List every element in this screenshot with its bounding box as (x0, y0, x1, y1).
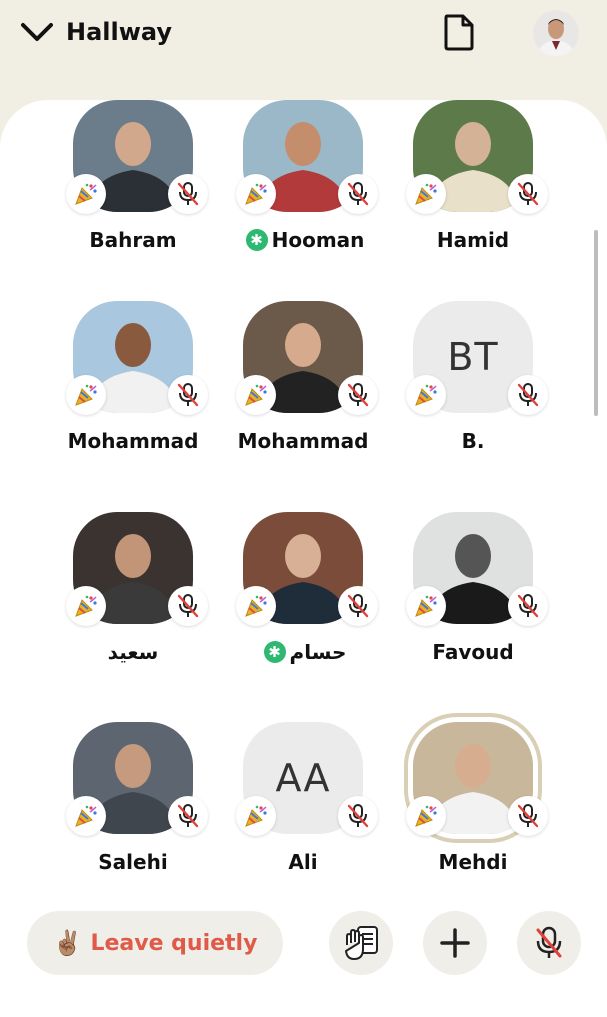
raise-hand-icon (345, 926, 378, 960)
speaker-name: Bahram (89, 228, 177, 252)
mic-off-icon (168, 174, 208, 214)
party-popper-icon (406, 586, 446, 626)
mic-off-icon (338, 375, 378, 415)
document-icon[interactable] (442, 12, 476, 52)
speaker-name: Ali (288, 850, 318, 874)
speaker-name: B. (461, 429, 485, 453)
leave-quietly-button[interactable]: ✌🏽 Leave quietly (27, 911, 283, 975)
party-popper-icon (66, 174, 106, 214)
speaker-tile[interactable]: Favoud (398, 512, 548, 692)
party-popper-icon (406, 796, 446, 836)
speaker-name: Mohammad (67, 429, 199, 453)
plus-icon (440, 928, 470, 958)
speaker-name: سعید (107, 640, 159, 664)
speaker-name: Favoud (432, 640, 514, 664)
speaker-tile[interactable]: Mehdi (398, 722, 548, 902)
speaker-tile[interactable]: Hamid (398, 100, 548, 280)
party-popper-icon (66, 796, 106, 836)
speaker-tile[interactable]: سعید (58, 512, 208, 692)
mic-off-icon (338, 174, 378, 214)
mic-off-icon (338, 796, 378, 836)
party-popper-icon (406, 174, 446, 214)
collapse-room-button[interactable]: Hallway (20, 14, 172, 50)
speaker-name: ✱ Hooman (228, 228, 378, 252)
speaker-name: Salehi (98, 850, 168, 874)
speaker-name: Hamid (436, 228, 510, 252)
speaker-name: ✱ حسام (228, 640, 378, 664)
speaker-name: Mohammad (237, 429, 369, 453)
moderator-badge-icon: ✱ (245, 229, 268, 251)
top-bar: Hallway (0, 0, 607, 100)
party-popper-icon (66, 586, 106, 626)
speaker-tile[interactable]: AA Ali (228, 722, 378, 902)
peace-hand-icon: ✌🏽 (52, 929, 83, 957)
scrollbar[interactable] (594, 230, 598, 416)
mic-off-icon (508, 586, 548, 626)
mic-off-icon (508, 174, 548, 214)
mic-off-icon (338, 586, 378, 626)
speaker-name: Mehdi (438, 850, 508, 874)
speaker-tile[interactable]: Mohammad (58, 301, 208, 481)
moderator-badge-icon: ✱ (263, 641, 286, 663)
party-popper-icon (236, 174, 276, 214)
add-person-button[interactable] (423, 911, 487, 975)
party-popper-icon (236, 586, 276, 626)
mic-off-icon (168, 586, 208, 626)
mic-off-icon (508, 796, 548, 836)
mic-off-icon (168, 796, 208, 836)
profile-avatar[interactable] (533, 10, 579, 56)
mic-off-icon (168, 375, 208, 415)
chevron-down-icon (21, 23, 53, 41)
party-popper-icon (236, 796, 276, 836)
raise-hand-button[interactable] (329, 911, 393, 975)
party-popper-icon (406, 375, 446, 415)
room-title: Hallway (66, 18, 173, 46)
mute-toggle-button[interactable] (517, 911, 581, 975)
mic-off-icon (508, 375, 548, 415)
speaker-tile[interactable]: Mohammad (228, 301, 378, 481)
mic-off-icon (536, 926, 562, 958)
speaker-tile[interactable]: Salehi (58, 722, 208, 902)
speaker-tile[interactable]: ✱ Hooman (228, 100, 378, 280)
leave-quietly-label: Leave quietly (90, 930, 258, 956)
speaker-tile[interactable]: Bahram (58, 100, 208, 280)
party-popper-icon (236, 375, 276, 415)
speaker-tile[interactable]: BT B. (398, 301, 548, 481)
speaker-tile[interactable]: ✱ حسام (228, 512, 378, 692)
party-popper-icon (66, 375, 106, 415)
